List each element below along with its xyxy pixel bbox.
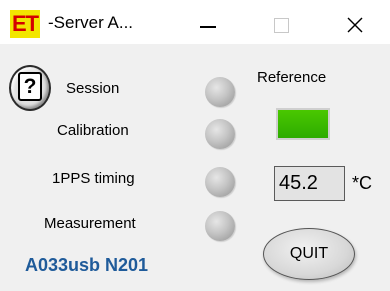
quit-button[interactable]: QUIT xyxy=(263,228,355,280)
calibration-label: Calibration xyxy=(57,122,129,139)
window-title: -Server A... xyxy=(48,13,134,32)
session-led-indicator xyxy=(205,77,235,107)
minimize-icon xyxy=(200,26,216,28)
measurement-led-indicator xyxy=(205,211,235,241)
help-icon: ? xyxy=(18,72,42,101)
maximize-icon xyxy=(274,18,289,33)
app-icon: ET xyxy=(10,10,40,38)
close-button[interactable] xyxy=(340,14,370,38)
close-icon xyxy=(347,17,363,33)
session-label: Session xyxy=(66,80,120,97)
reference-label: Reference xyxy=(257,69,327,86)
pps-timing-label: 1PPS timing xyxy=(52,170,135,187)
maximize-button[interactable] xyxy=(266,14,296,38)
device-id-label: A033usb N201 xyxy=(25,255,149,275)
minimize-button[interactable] xyxy=(193,14,223,38)
reference-status-indicator xyxy=(276,108,330,140)
title-bar: ET -Server A... xyxy=(0,0,390,44)
main-panel: ? Session Calibration 1PPS timing Measur… xyxy=(0,44,390,291)
help-button[interactable]: ? xyxy=(9,65,51,111)
temperature-readout: 45.2 xyxy=(274,166,345,201)
pps-timing-led-indicator xyxy=(205,167,235,197)
calibration-led-indicator xyxy=(205,119,235,149)
temperature-unit: *C xyxy=(352,173,373,193)
measurement-label: Measurement xyxy=(44,215,136,232)
